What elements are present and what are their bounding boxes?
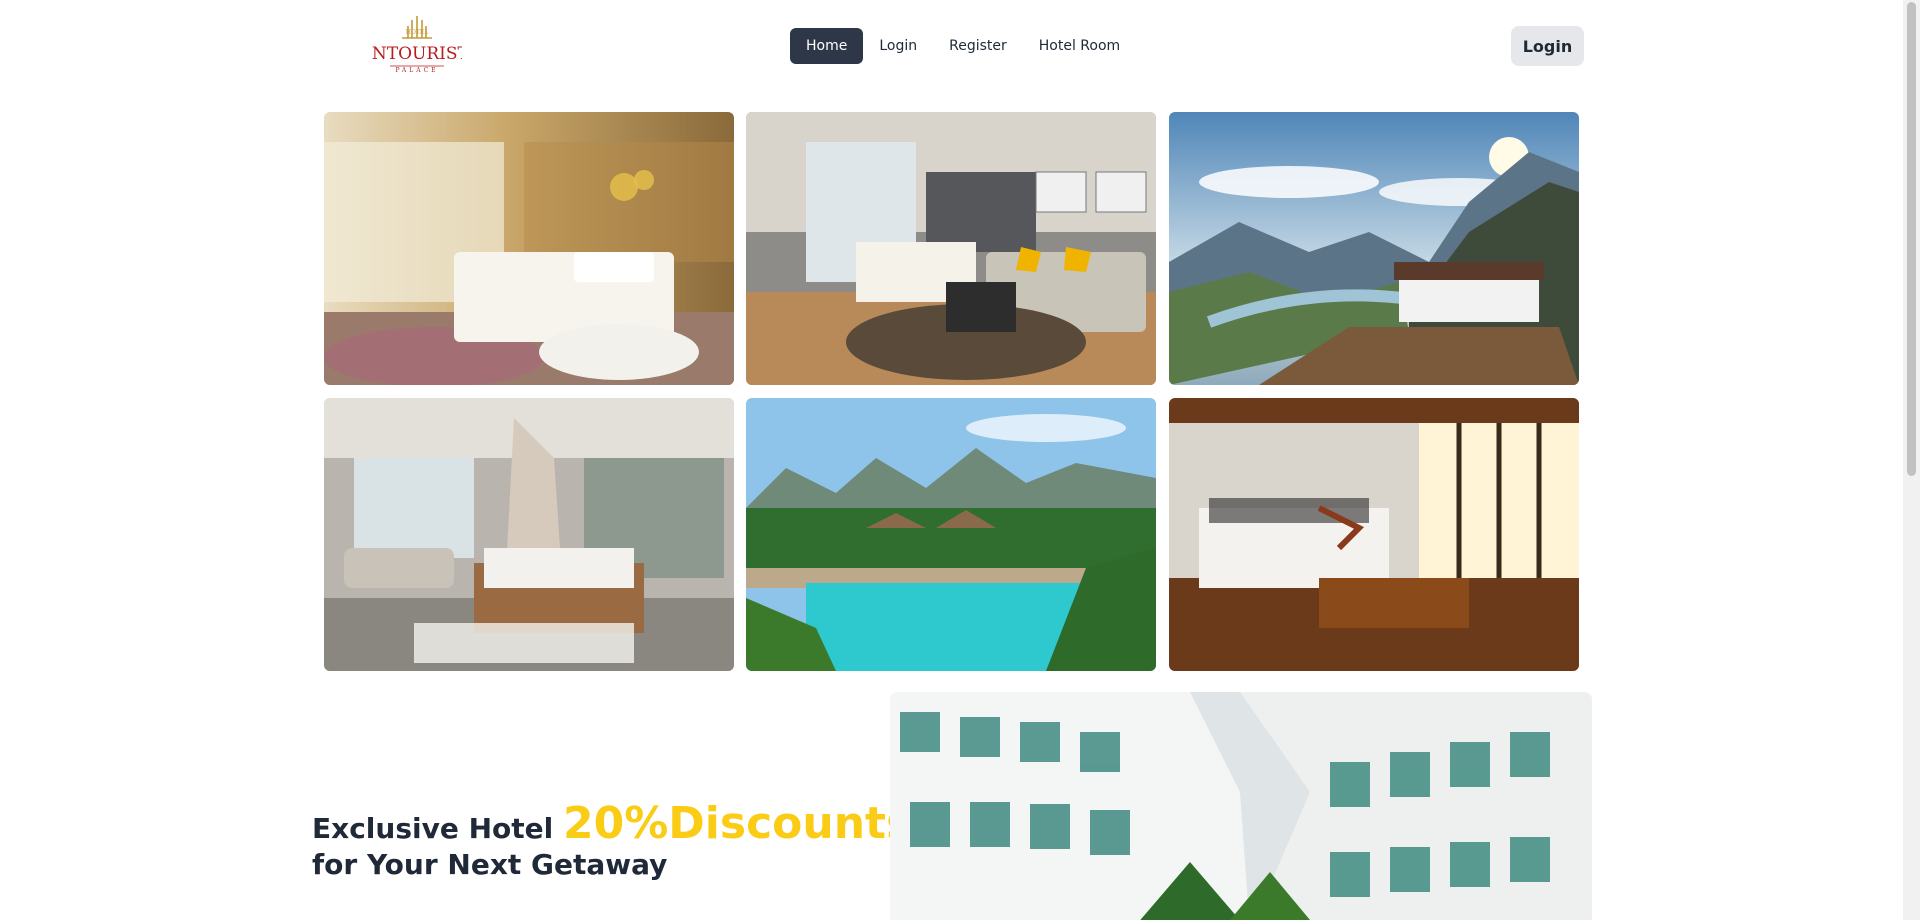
sunlit-bedroom-photo[interactable] xyxy=(1169,398,1579,671)
promo-heading: Exclusive Hotel 20%Discounts for Your Ne… xyxy=(312,802,912,883)
tropical-resort-pool-photo[interactable] xyxy=(746,398,1156,671)
nav-hotel-room[interactable]: Hotel Room xyxy=(1023,28,1136,64)
hotel-logo[interactable]: HOTEL INTOURIST PALACE xyxy=(372,14,462,76)
page: HOTEL INTOURIST PALACE Home Login Regist… xyxy=(0,0,1920,920)
nav-login[interactable]: Login xyxy=(863,28,933,64)
hotel-building-photo[interactable] xyxy=(890,692,1592,920)
page-scrollbar[interactable] xyxy=(1903,0,1920,920)
scroll-thumb[interactable] xyxy=(1907,2,1916,476)
hotel-suite-living-area-photo[interactable] xyxy=(746,112,1156,385)
hotel-room-bathtub-photo[interactable] xyxy=(324,112,734,385)
promo-prefix: Exclusive Hotel xyxy=(312,812,554,845)
svg-text:HOTEL: HOTEL xyxy=(406,29,429,36)
modern-open-bedroom-photo[interactable] xyxy=(324,398,734,671)
nav-home[interactable]: Home xyxy=(790,28,864,64)
promo-line-2: for Your Next Getaway xyxy=(312,848,668,881)
promo-line-1: Exclusive Hotel 20%Discounts xyxy=(312,802,912,846)
promo-discount-highlight: 20%Discounts xyxy=(562,798,913,849)
svg-text:PALACE: PALACE xyxy=(395,67,438,74)
svg-text:INTOURIST: INTOURIST xyxy=(372,44,462,64)
login-button[interactable]: Login xyxy=(1511,26,1584,66)
mountain-view-deck-bed-photo[interactable] xyxy=(1169,112,1579,385)
main-nav: Home Login Register Hotel Room xyxy=(790,28,1136,64)
nav-register[interactable]: Register xyxy=(933,28,1023,64)
